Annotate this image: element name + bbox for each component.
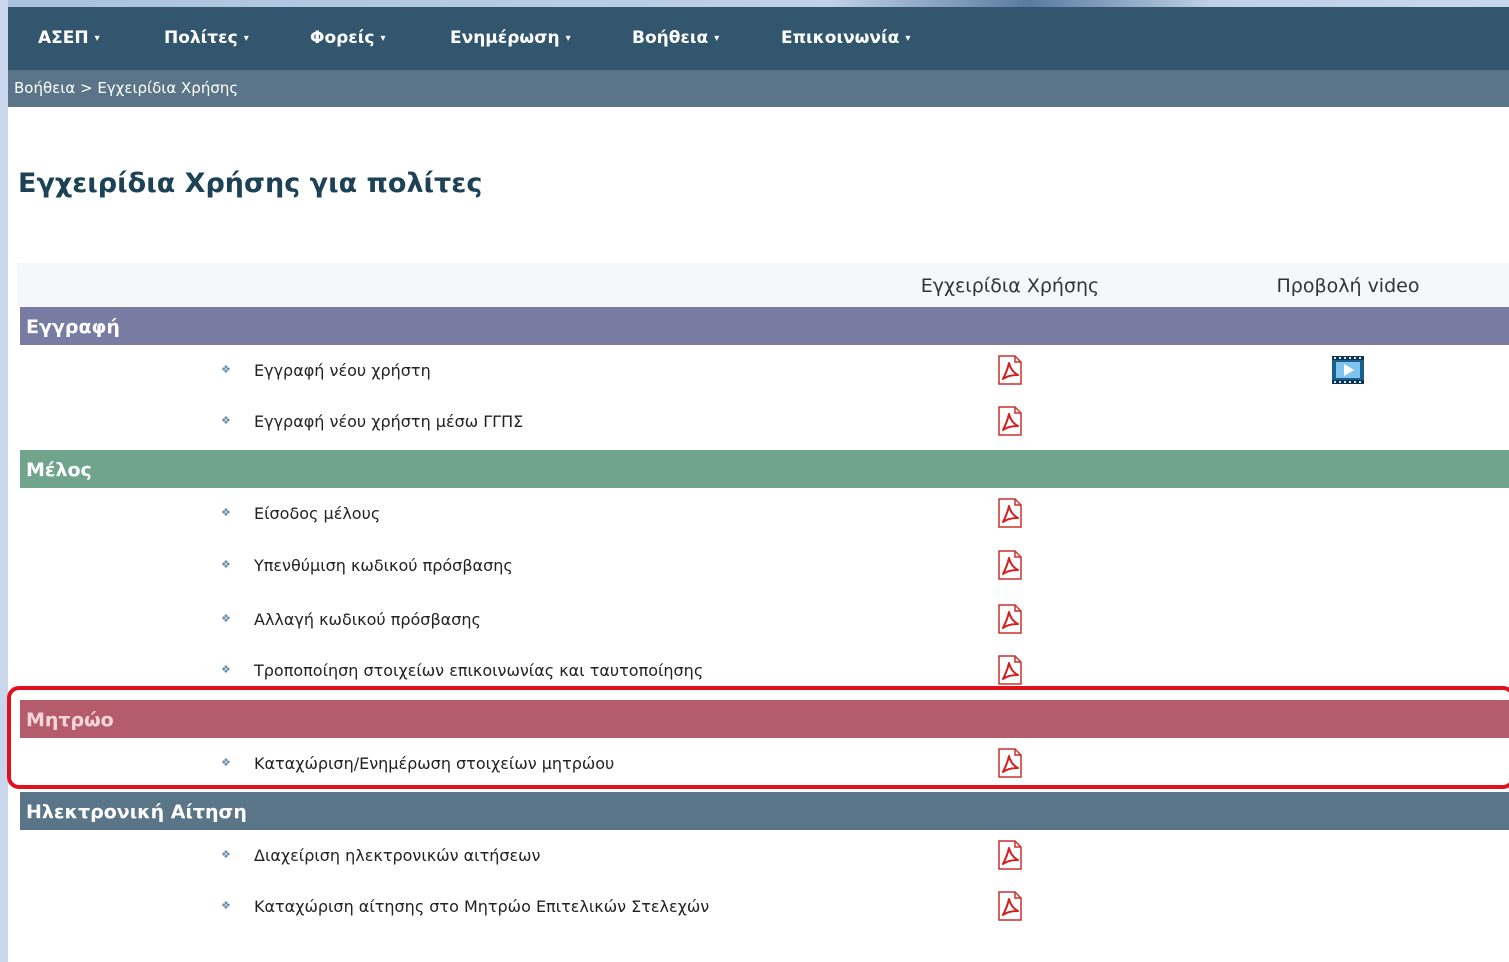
section-header-registration: Εγγραφή: [20, 307, 1509, 345]
pdf-icon[interactable]: [994, 497, 1026, 529]
main-navbar: ΑΣΕΠ ▾ Πολίτες ▾ Φορείς ▾ Ενημέρωση ▾ Βοήθει…: [8, 7, 1509, 70]
nav-item-label: Φορείς: [310, 28, 375, 48]
pdf-icon[interactable]: [994, 354, 1026, 386]
bullet-icon: ❖: [221, 558, 231, 571]
table-row: ❖ Είσοδος μέλους: [17, 488, 1509, 538]
breadcrumb-text[interactable]: Βοήθεια > Εγχειρίδια Χρήσης: [14, 79, 238, 97]
nav-item-label: Πολίτες: [164, 28, 238, 48]
table-row: ❖ Εγγραφή νέου χρήστη: [17, 345, 1509, 395]
caret-down-icon: ▾: [380, 33, 386, 44]
table-row: ❖ Αλλαγή κωδικού πρόσβασης: [17, 594, 1509, 644]
nav-item-label: Βοήθεια: [632, 28, 709, 48]
caret-down-icon: ▾: [565, 33, 571, 44]
row-label[interactable]: Διαχείριση ηλεκτρονικών αιτήσεων: [254, 830, 540, 882]
video-play-icon[interactable]: [1331, 355, 1365, 385]
bullet-icon: ❖: [221, 612, 231, 625]
caret-down-icon: ▾: [243, 33, 249, 44]
row-label[interactable]: Καταχώριση/Ενημέρωση στοιχείων μητρώου: [254, 738, 614, 790]
nav-item-news[interactable]: Ενημέρωση ▾: [450, 7, 571, 70]
section-header-registry: Μητρώο: [20, 700, 1509, 738]
row-label[interactable]: Αλλαγή κωδικού πρόσβασης: [254, 594, 481, 646]
window-left-edge: [0, 0, 8, 962]
section-header-electronic-application: Ηλεκτρονική Αίτηση: [20, 792, 1509, 830]
breadcrumb: Βοήθεια > Εγχειρίδια Χρήσης: [8, 70, 1509, 107]
manuals-table: Εγχειρίδια Χρήσης Προβολή video Εγγραφή …: [17, 263, 1509, 962]
pdf-icon[interactable]: [994, 890, 1026, 922]
bullet-icon: ❖: [221, 899, 231, 912]
nav-item-help[interactable]: Βοήθεια ▾: [632, 7, 719, 70]
table-row: ❖ Καταχώριση/Ενημέρωση στοιχείων μητρώου: [17, 738, 1509, 788]
nav-item-label: Ενημέρωση: [450, 28, 560, 48]
nav-item-agencies[interactable]: Φορείς ▾: [310, 7, 386, 70]
bullet-icon: ❖: [221, 414, 231, 427]
bullet-icon: ❖: [221, 663, 231, 676]
bullet-icon: ❖: [221, 363, 231, 376]
pdf-icon[interactable]: [994, 747, 1026, 779]
page-title: Εγχειρίδια Χρήσης για πολίτες: [18, 168, 483, 199]
bullet-icon: ❖: [221, 506, 231, 519]
pdf-icon[interactable]: [994, 549, 1026, 581]
nav-item-label: ΑΣΕΠ: [38, 28, 89, 48]
pdf-icon[interactable]: [994, 603, 1026, 635]
table-header-row: Εγχειρίδια Χρήσης Προβολή video: [17, 263, 1509, 307]
nav-item-citizens[interactable]: Πολίτες ▾: [164, 7, 249, 70]
row-label[interactable]: Τροποποίηση στοιχείων επικοινωνίας και τ…: [254, 645, 703, 697]
row-label[interactable]: Εγγραφή νέου χρήστη: [254, 345, 431, 397]
section-header-member: Μέλος: [20, 450, 1509, 488]
column-header-video: Προβολή video: [1276, 275, 1420, 297]
nav-item-asep[interactable]: ΑΣΕΠ ▾: [38, 7, 100, 70]
row-label[interactable]: Καταχώριση αίτησης στο Μητρώο Επιτελικών…: [254, 881, 709, 933]
header-banner-strip: [8, 0, 1509, 7]
table-row: ❖ Διαχείριση ηλεκτρονικών αιτήσεων: [17, 830, 1509, 880]
row-label[interactable]: Υπενθύμιση κωδικού πρόσβασης: [254, 540, 513, 592]
table-row: ❖ Τροποποίηση στοιχείων επικοινωνίας και…: [17, 645, 1509, 695]
column-header-manuals: Εγχειρίδια Χρήσης: [920, 275, 1100, 297]
row-label[interactable]: Εγγραφή νέου χρήστη μέσω ΓΓΠΣ: [254, 396, 523, 448]
nav-item-label: Επικοινωνία: [781, 28, 900, 48]
table-row: ❖ Υπενθύμιση κωδικού πρόσβασης: [17, 540, 1509, 590]
nav-item-contact[interactable]: Επικοινωνία ▾: [781, 7, 910, 70]
pdf-icon[interactable]: [994, 405, 1026, 437]
table-row: ❖ Καταχώριση αίτησης στο Μητρώο Επιτελικ…: [17, 881, 1509, 931]
row-label[interactable]: Είσοδος μέλους: [254, 488, 380, 540]
bullet-icon: ❖: [221, 756, 231, 769]
bullet-icon: ❖: [221, 848, 231, 861]
caret-down-icon: ▾: [94, 33, 100, 44]
caret-down-icon: ▾: [714, 33, 720, 44]
caret-down-icon: ▾: [905, 33, 911, 44]
pdf-icon[interactable]: [994, 654, 1026, 686]
pdf-icon[interactable]: [994, 839, 1026, 871]
table-row: ❖ Εγγραφή νέου χρήστη μέσω ΓΓΠΣ: [17, 396, 1509, 446]
